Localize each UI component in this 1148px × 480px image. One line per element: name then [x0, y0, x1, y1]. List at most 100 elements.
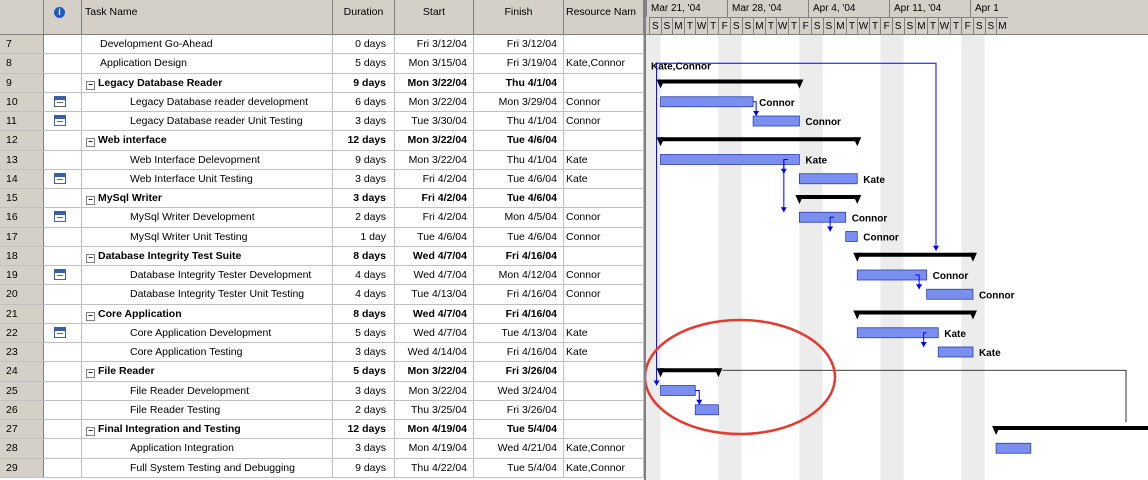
duration-cell[interactable]: 3 days: [333, 439, 395, 458]
table-row[interactable]: 16 MySql Writer Development 2 days Fri 4/2/…: [0, 208, 644, 228]
task-name-cell[interactable]: Application Integration: [82, 439, 333, 458]
table-row[interactable]: 19 Database Integrity Tester Development 4…: [0, 266, 644, 286]
finish-cell[interactable]: Wed 3/24/04: [474, 381, 564, 400]
start-cell[interactable]: Tue 4/6/04: [395, 227, 474, 246]
task-name-cell[interactable]: MySql Writer Development: [82, 208, 333, 227]
indicator-cell[interactable]: [44, 304, 82, 323]
task-name-cell[interactable]: Legacy Database reader development: [82, 92, 333, 111]
resource-cell[interactable]: Connor: [564, 112, 644, 131]
task-name-cell[interactable]: − Web interface: [82, 131, 333, 150]
row-id-cell[interactable]: 19: [0, 266, 44, 285]
table-row[interactable]: 26 File Reader Testing 2 days Thu 3/25/04 Fr…: [0, 400, 644, 420]
indicator-cell[interactable]: [44, 285, 82, 304]
row-id-cell[interactable]: 28: [0, 439, 44, 458]
table-row[interactable]: 24 − File Reader 5 days Mon 3/22/04 Fri 3/26/…: [0, 362, 644, 382]
table-row[interactable]: 21− Core Application 8 days Wed 4/7/04 Fri 4…: [0, 304, 644, 324]
start-cell[interactable]: Wed 4/7/04: [395, 266, 474, 285]
row-id-cell[interactable]: 24: [0, 362, 44, 381]
start-cell[interactable]: Mon 4/19/04: [395, 420, 474, 439]
gantt-body[interactable]: Connor Connor Kate Kate Connor Connor Connor Co…: [646, 35, 1148, 480]
resource-cell[interactable]: [564, 35, 644, 54]
row-id-cell[interactable]: 14: [0, 169, 44, 188]
duration-cell[interactable]: 12 days: [333, 131, 395, 150]
duration-cell[interactable]: 12 days: [333, 420, 395, 439]
duration-cell[interactable]: 3 days: [333, 381, 395, 400]
table-row[interactable]: 22 Core Application Development 5 days Wed …: [0, 323, 644, 343]
row-id-cell[interactable]: 7: [0, 35, 44, 54]
indicator-cell[interactable]: [44, 400, 82, 419]
indicator-cell[interactable]: [44, 35, 82, 54]
row-id-cell[interactable]: 25: [0, 381, 44, 400]
finish-column-header[interactable]: Finish: [474, 0, 564, 35]
collapse-toggle-icon[interactable]: −: [86, 138, 95, 148]
note-icon[interactable]: [54, 326, 66, 338]
resource-cell[interactable]: [564, 381, 644, 400]
finish-cell[interactable]: Mon 3/29/04: [474, 92, 564, 111]
duration-cell[interactable]: 5 days: [333, 54, 395, 73]
table-row[interactable]: 20 Database Integrity Tester Unit Testing…: [0, 285, 644, 305]
resource-cell[interactable]: Kate,Connor: [564, 54, 644, 73]
collapse-toggle-icon[interactable]: −: [86, 253, 95, 263]
indicator-cell[interactable]: [44, 189, 82, 208]
duration-cell[interactable]: 4 days: [333, 266, 395, 285]
duration-cell[interactable]: 9 days: [333, 73, 395, 92]
collapse-toggle-icon[interactable]: −: [86, 196, 95, 205]
indicator-cell[interactable]: [44, 54, 82, 73]
start-cell[interactable]: Mon 3/15/04: [395, 54, 474, 73]
start-column-header[interactable]: Start: [395, 0, 474, 35]
start-cell[interactable]: Mon 3/22/04: [395, 150, 474, 169]
start-cell[interactable]: Mon 3/22/04: [395, 362, 474, 381]
note-icon[interactable]: [54, 95, 66, 107]
resource-cell[interactable]: Connor: [564, 92, 644, 111]
row-id-cell[interactable]: 9: [0, 73, 44, 92]
start-cell[interactable]: Mon 3/22/04: [395, 73, 474, 92]
duration-cell[interactable]: 5 days: [333, 362, 395, 381]
indicator-cell[interactable]: [44, 266, 82, 285]
note-icon[interactable]: [54, 211, 66, 223]
start-cell[interactable]: Mon 4/19/04: [395, 439, 474, 458]
table-row[interactable]: 10 Legacy Database reader development 6 da…: [0, 92, 644, 112]
duration-cell[interactable]: 8 days: [333, 304, 395, 323]
start-cell[interactable]: Fri 4/2/04: [395, 208, 474, 227]
task-name-cell[interactable]: Full System Testing and Debugging: [82, 458, 333, 477]
finish-cell[interactable]: Tue 5/4/04: [474, 458, 564, 477]
indicator-cell[interactable]: [44, 131, 82, 150]
task-name-cell[interactable]: − Database Integrity Test Suite: [82, 246, 333, 265]
resource-cell[interactable]: [564, 420, 644, 439]
row-id-cell[interactable]: 13: [0, 150, 44, 169]
duration-column-header[interactable]: Duration: [333, 0, 395, 35]
finish-cell[interactable]: Mon 4/12/04: [474, 266, 564, 285]
task-name-cell[interactable]: − File Reader: [82, 362, 333, 381]
finish-cell[interactable]: Fri 3/12/04: [474, 35, 564, 54]
table-row[interactable]: 11 Legacy Database reader Unit Testing 3 d…: [0, 112, 644, 132]
indicator-cell[interactable]: [44, 246, 82, 265]
task-name-cell[interactable]: − Core Application: [82, 304, 333, 323]
table-row[interactable]: 12− Web interface 12 days Mon 3/22/04 Tue 4/…: [0, 131, 644, 151]
task-name-cell[interactable]: Core Application Development: [82, 323, 333, 342]
indicator-cell[interactable]: [44, 439, 82, 458]
finish-cell[interactable]: Fri 4/16/04: [474, 343, 564, 362]
finish-cell[interactable]: Fri 3/26/04: [474, 362, 564, 381]
task-name-column-header[interactable]: Task Name: [82, 0, 333, 35]
table-row[interactable]: 7 Development Go-Ahead 0 days Fri 3/12/04 Fr…: [0, 35, 644, 55]
finish-cell[interactable]: Fri 4/16/04: [474, 304, 564, 323]
resource-cell[interactable]: Connor: [564, 285, 644, 304]
resource-cell[interactable]: Connor: [564, 227, 644, 246]
start-cell[interactable]: Fri 4/2/04: [395, 189, 474, 208]
indicator-cell[interactable]: [44, 381, 82, 400]
task-name-cell[interactable]: File Reader Testing: [82, 400, 333, 419]
finish-cell[interactable]: Wed 4/21/04: [474, 439, 564, 458]
row-id-cell[interactable]: 20: [0, 285, 44, 304]
row-id-cell[interactable]: 12: [0, 131, 44, 150]
task-name-cell[interactable]: Application Design: [82, 54, 333, 73]
row-id-cell[interactable]: 16: [0, 208, 44, 227]
indicator-cell[interactable]: [44, 92, 82, 111]
duration-cell[interactable]: 3 days: [333, 343, 395, 362]
row-id-cell[interactable]: 18: [0, 246, 44, 265]
task-name-cell[interactable]: Database Integrity Tester Unit Testing: [82, 285, 333, 304]
start-cell[interactable]: Fri 4/2/04: [395, 169, 474, 188]
start-cell[interactable]: Wed 4/7/04: [395, 246, 474, 265]
table-row[interactable]: 15− MySql Writer 3 days Fri 4/2/04 Tue 4/6/0…: [0, 189, 644, 209]
id-column-header[interactable]: [0, 0, 44, 35]
duration-cell[interactable]: 8 days: [333, 246, 395, 265]
